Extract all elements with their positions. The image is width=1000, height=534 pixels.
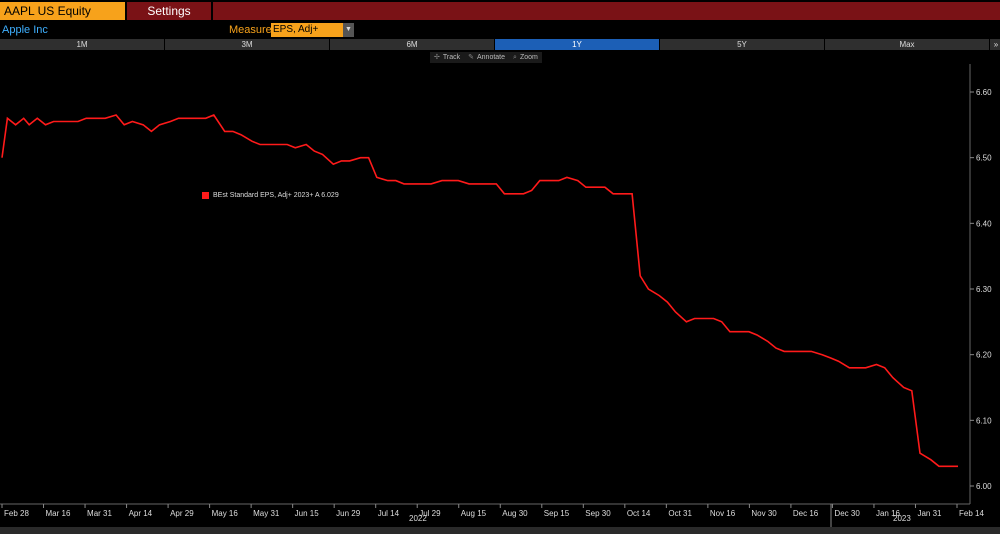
legend-swatch: [202, 192, 209, 199]
x-tick-label: Jul 14: [378, 509, 400, 518]
x-tick-label: Feb 14: [959, 509, 984, 518]
x-tick-label: Sep 30: [585, 509, 611, 518]
track-tool[interactable]: ✢ Track: [430, 52, 464, 63]
company-name: Apple Inc: [2, 24, 48, 36]
top-bar-fill: [213, 2, 1000, 20]
year-label-2023: 2023: [893, 514, 911, 523]
x-tick-label: Feb 28: [4, 509, 29, 518]
zoom-tool[interactable]: ⌕ Zoom: [509, 52, 542, 63]
range-button-3m[interactable]: 3M: [165, 39, 329, 50]
chart-area[interactable]: 6.00 6.10 6.20 6.30 6.40 6.50 6.60 Feb 28 Mar 16…: [0, 64, 1000, 534]
range-button-5y[interactable]: 5Y: [660, 39, 824, 50]
magnifier-icon: ⌕: [513, 54, 517, 61]
measure-dropdown[interactable]: EPS, Adj+ ▼: [271, 23, 354, 37]
legend-label: BEst Standard EPS, Adj+ 2023+ A 6.029: [213, 192, 339, 199]
range-button-1y[interactable]: 1Y: [495, 39, 659, 50]
range-button-1m[interactable]: 1M: [0, 39, 164, 50]
x-tick-label: Oct 31: [668, 509, 692, 518]
y-tick-label: 6.50: [976, 154, 992, 163]
annotate-tool[interactable]: ✎ Annotate: [464, 52, 509, 63]
x-tick-label: Dec 16: [793, 509, 819, 518]
track-label: Track: [442, 54, 461, 61]
y-tick-label: 6.60: [976, 88, 992, 97]
chevron-down-icon[interactable]: ▼: [343, 23, 354, 37]
eps-line-chart[interactable]: 6.00 6.10 6.20 6.30 6.40 6.50 6.60 Feb 28 Mar 16…: [0, 64, 1000, 534]
settings-tab[interactable]: Settings: [127, 2, 211, 20]
x-tick-label: May 16: [212, 509, 239, 518]
x-tick-label: Sep 15: [544, 509, 570, 518]
x-tick-label: Oct 14: [627, 509, 651, 518]
x-tick-label: Aug 30: [502, 509, 528, 518]
range-button-max[interactable]: Max: [825, 39, 989, 50]
x-tick-label: Jun 15: [295, 509, 320, 518]
measure-row: Apple Inc Measure EPS, Adj+ ▼: [0, 22, 1000, 38]
x-tick-label: Mar 31: [87, 509, 112, 518]
range-button-6m[interactable]: 6M: [330, 39, 494, 50]
x-tick-label: Nov 16: [710, 509, 736, 518]
x-tick-label: Jun 29: [336, 509, 361, 518]
x-tick-label: Mar 16: [46, 509, 71, 518]
measure-label: Measure: [229, 24, 272, 36]
pencil-icon: ✎: [468, 54, 474, 61]
x-tick-label: Nov 30: [751, 509, 777, 518]
top-bar: AAPL US Equity Settings: [0, 0, 1000, 20]
y-tick-label: 6.30: [976, 285, 992, 294]
y-tick-label: 6.10: [976, 416, 992, 425]
x-tick-label: Apr 29: [170, 509, 194, 518]
x-tick-label: Apr 14: [129, 509, 153, 518]
year-label-2022: 2022: [409, 514, 427, 523]
x-tick-label: May 31: [253, 509, 280, 518]
x-tick-label: Aug 15: [461, 509, 487, 518]
chart-tools: ✢ Track ✎ Annotate ⌕ Zoom: [430, 52, 542, 63]
collapse-icon[interactable]: »: [990, 39, 1000, 50]
annotate-label: Annotate: [477, 54, 506, 61]
chart-legend: BEst Standard EPS, Adj+ 2023+ A 6.029: [200, 191, 341, 200]
crosshair-icon: ✢: [434, 54, 440, 61]
range-bar: 1M 3M 6M 1Y 5Y Max »: [0, 39, 1000, 50]
y-tick-label: 6.00: [976, 482, 992, 491]
x-tick-label: Dec 30: [834, 509, 860, 518]
eps-series-line: [1, 114, 958, 468]
measure-value: EPS, Adj+: [273, 24, 319, 35]
y-tick-label: 6.40: [976, 219, 992, 228]
x-tick-label: Jan 31: [917, 509, 942, 518]
bottom-strip: [0, 527, 1000, 534]
zoom-label: Zoom: [519, 54, 538, 61]
y-tick-label: 6.20: [976, 351, 992, 360]
ticker-tab[interactable]: AAPL US Equity: [0, 2, 125, 20]
